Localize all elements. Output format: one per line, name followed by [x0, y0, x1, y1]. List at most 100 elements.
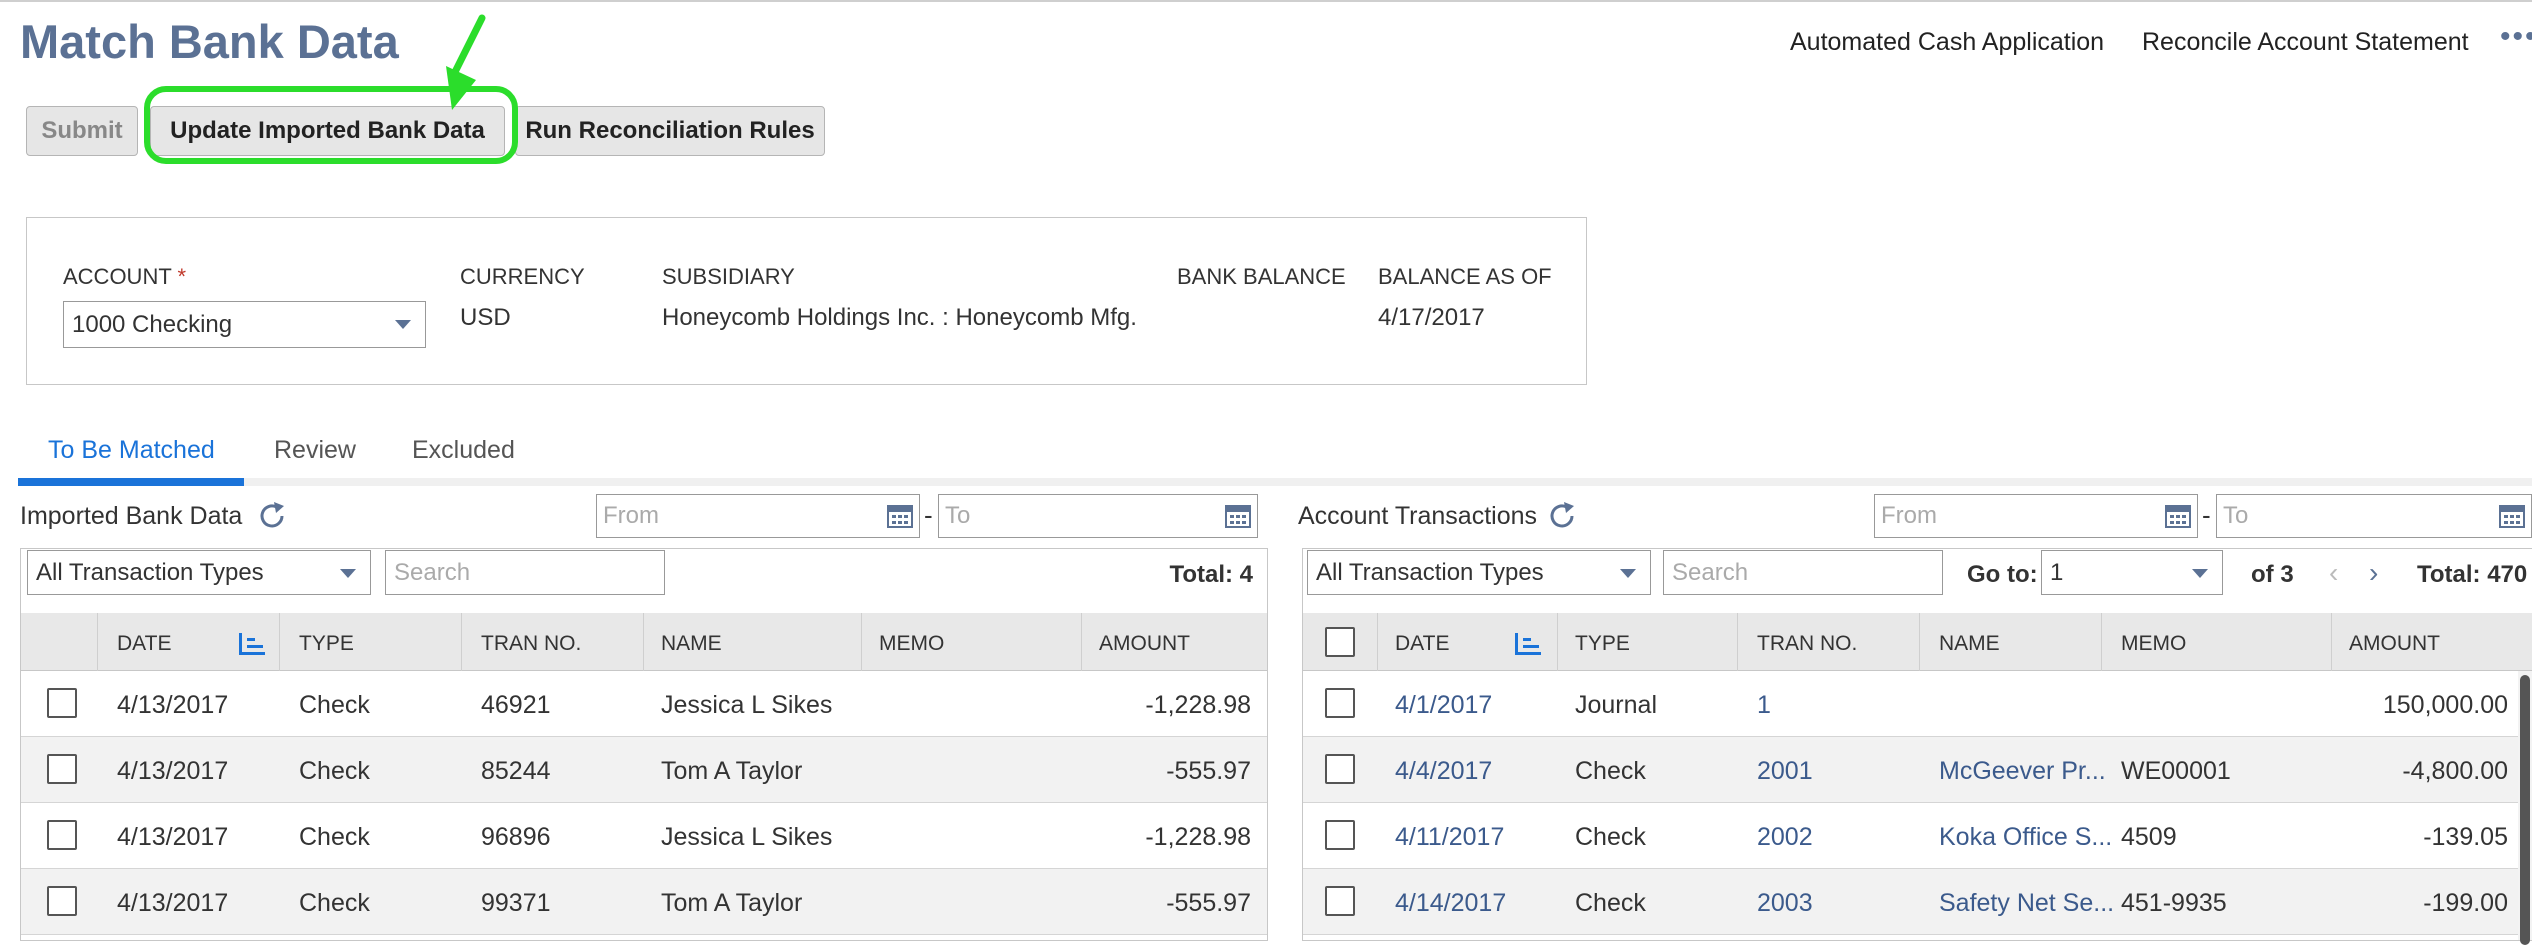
- cell-type: Journal: [1575, 691, 1657, 719]
- cell-type: Check: [299, 757, 370, 785]
- reconcile-account-statement-link[interactable]: Reconcile Account Statement: [2142, 28, 2469, 57]
- column-header-name[interactable]: NAME: [1939, 632, 2000, 656]
- imported-bank-data-title: Imported Bank Data: [20, 502, 243, 530]
- goto-page-select[interactable]: 1: [2041, 550, 2223, 595]
- sort-icon[interactable]: [237, 633, 267, 655]
- cell-amount: -1,228.98: [1145, 823, 1251, 851]
- cell-date-link[interactable]: 4/11/2017: [1395, 823, 1504, 852]
- cell-date-link[interactable]: 4/14/2017: [1395, 889, 1506, 918]
- calendar-icon[interactable]: [2499, 503, 2525, 529]
- tab-to-be-matched[interactable]: To Be Matched: [48, 436, 215, 465]
- sort-icon[interactable]: [1513, 633, 1543, 655]
- account-type-filter[interactable]: All Transaction Types: [1307, 550, 1651, 595]
- imported-bank-data-panel: All Transaction Types Search Total: 4 DA…: [20, 548, 1268, 941]
- account-select[interactable]: 1000 Checking: [63, 301, 426, 348]
- cell-name-link[interactable]: Safety Net Se...: [1939, 889, 2114, 918]
- column-header-amount[interactable]: AMOUNT: [1099, 632, 1190, 656]
- row-checkbox[interactable]: [47, 820, 77, 850]
- account-from-date-input[interactable]: From: [1874, 494, 2198, 538]
- column-header-name[interactable]: NAME: [661, 632, 722, 656]
- column-header-memo[interactable]: MEMO: [2121, 632, 2186, 656]
- column-header-memo[interactable]: MEMO: [879, 632, 944, 656]
- cell-name-link[interactable]: McGeever Pr...: [1939, 757, 2106, 786]
- cell-tran-no-link[interactable]: 2003: [1757, 889, 1813, 918]
- cell-memo: WE00001: [2121, 757, 2231, 785]
- submit-button[interactable]: Submit: [26, 106, 138, 156]
- cell-amount: 150,000.00: [2382, 691, 2508, 719]
- cell-tran-no-link[interactable]: 1: [1757, 691, 1771, 720]
- currency-value: USD: [460, 304, 511, 331]
- table-row[interactable]: 4/13/2017 Check 99371 Tom A Taylor -555.…: [21, 869, 1267, 935]
- imported-from-date-input[interactable]: From: [596, 494, 920, 538]
- scrollbar-thumb[interactable]: [2520, 675, 2530, 945]
- tab-excluded[interactable]: Excluded: [412, 436, 515, 465]
- to-placeholder: To: [2223, 502, 2249, 529]
- table-row[interactable]: 4/14/2017 Check 2003 Safety Net Se... 45…: [1303, 869, 2518, 935]
- cell-tran-no: 85244: [481, 757, 551, 785]
- calendar-icon[interactable]: [1225, 503, 1251, 529]
- select-all-checkbox[interactable]: [1325, 627, 1355, 657]
- account-to-date-input[interactable]: To: [2216, 494, 2532, 538]
- row-checkbox[interactable]: [47, 886, 77, 916]
- chevron-down-icon: [1620, 569, 1636, 578]
- column-header-amount[interactable]: AMOUNT: [2349, 632, 2440, 656]
- date-range-dash: -: [2202, 500, 2211, 530]
- calendar-icon[interactable]: [2165, 503, 2191, 529]
- imported-type-filter[interactable]: All Transaction Types: [27, 550, 371, 595]
- row-checkbox[interactable]: [47, 688, 77, 718]
- account-filter-row: All Transaction Types Search Go to: 1 of…: [1303, 549, 2532, 613]
- run-reconciliation-rules-button[interactable]: Run Reconciliation Rules: [515, 106, 825, 156]
- goto-page-value: 1: [2050, 558, 2064, 586]
- table-row[interactable]: 4/1/2017 Journal 1 150,000.00: [1303, 671, 2518, 737]
- column-header-tran-no[interactable]: TRAN NO.: [481, 632, 581, 656]
- account-transactions-panel: All Transaction Types Search Go to: 1 of…: [1302, 548, 2532, 945]
- table-row[interactable]: 4/13/2017 Check 96896 Jessica L Sikes -1…: [21, 803, 1267, 869]
- cell-name: Tom A Taylor: [661, 757, 803, 785]
- column-divider: [97, 613, 98, 671]
- search-placeholder: Search: [1672, 558, 1749, 586]
- account-label: ACCOUNT *: [63, 264, 186, 290]
- automated-cash-application-link[interactable]: Automated Cash Application: [1790, 28, 2104, 57]
- column-header-date[interactable]: DATE: [117, 632, 171, 656]
- tab-bar: [18, 478, 2532, 486]
- column-header-date[interactable]: DATE: [1395, 632, 1449, 656]
- balance-as-of-label: BALANCE AS OF: [1378, 264, 1552, 289]
- column-header-type[interactable]: TYPE: [1575, 632, 1630, 656]
- account-search-input[interactable]: Search: [1663, 550, 1943, 595]
- cell-amount: -555.97: [1166, 757, 1251, 785]
- row-checkbox[interactable]: [1325, 754, 1355, 784]
- prev-page-icon[interactable]: ‹: [2329, 557, 2338, 589]
- cell-tran-no-link[interactable]: 2002: [1757, 823, 1813, 852]
- search-placeholder: Search: [394, 558, 471, 586]
- column-divider: [1557, 613, 1558, 671]
- cell-date: 4/13/2017: [117, 823, 229, 851]
- table-row[interactable]: 4/13/2017 Check 46921 Jessica L Sikes -1…: [21, 671, 1267, 737]
- table-row[interactable]: 4/13/2017 Check 85244 Tom A Taylor -555.…: [21, 737, 1267, 803]
- cell-date-link[interactable]: 4/1/2017: [1395, 691, 1492, 720]
- column-divider: [461, 613, 462, 671]
- calendar-icon[interactable]: [887, 503, 913, 529]
- required-marker: *: [177, 264, 187, 289]
- row-checkbox[interactable]: [47, 754, 77, 784]
- tab-review[interactable]: Review: [274, 436, 356, 465]
- cell-date-link[interactable]: 4/4/2017: [1395, 757, 1492, 786]
- column-header-tran-no[interactable]: TRAN NO.: [1757, 632, 1857, 656]
- refresh-icon[interactable]: [256, 500, 288, 532]
- column-header-type[interactable]: TYPE: [299, 632, 354, 656]
- more-menu-icon[interactable]: •••: [2500, 20, 2532, 54]
- next-page-icon[interactable]: ›: [2369, 557, 2378, 589]
- column-divider: [279, 613, 280, 671]
- table-scrollbar[interactable]: [2518, 671, 2532, 945]
- cell-type: Check: [1575, 823, 1646, 851]
- cell-tran-no-link[interactable]: 2001: [1757, 757, 1813, 786]
- imported-to-date-input[interactable]: To: [938, 494, 1258, 538]
- cell-name-link[interactable]: Koka Office S...: [1939, 823, 2112, 852]
- row-checkbox[interactable]: [1325, 886, 1355, 916]
- refresh-icon[interactable]: [1546, 500, 1578, 532]
- imported-search-input[interactable]: Search: [385, 550, 665, 595]
- cell-type: Check: [299, 691, 370, 719]
- table-row[interactable]: 4/11/2017 Check 2002 Koka Office S... 45…: [1303, 803, 2518, 869]
- row-checkbox[interactable]: [1325, 688, 1355, 718]
- table-row[interactable]: 4/4/2017 Check 2001 McGeever Pr... WE000…: [1303, 737, 2518, 803]
- row-checkbox[interactable]: [1325, 820, 1355, 850]
